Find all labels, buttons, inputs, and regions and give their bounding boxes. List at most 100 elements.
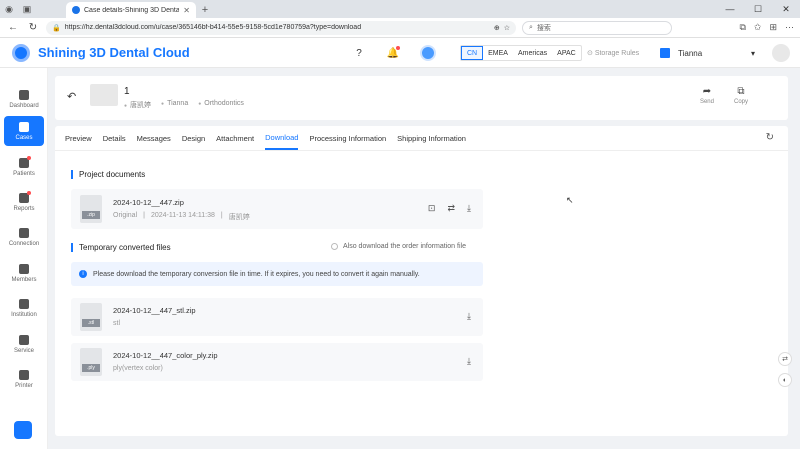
floating-tool-icon[interactable]: ⇄	[778, 352, 792, 366]
organization-icon	[660, 48, 670, 58]
storage-rules-link[interactable]: ⊙ Storage Rules	[587, 49, 639, 57]
case-type: Orthodontics	[198, 100, 244, 110]
notice-text: Please download the temporary conversion…	[93, 270, 420, 278]
file-meta: Original | 2024-11-13 14:11:38 | 唐凯婷	[113, 212, 250, 222]
file-time: 2024-11-13 14:11:38	[150, 212, 215, 219]
also-download-label: Also download the order information file	[343, 243, 466, 250]
members-icon	[19, 263, 29, 274]
case-thumbnail	[90, 84, 118, 106]
minimize-icon[interactable]: —	[716, 0, 744, 18]
tab-download[interactable]: Download	[265, 126, 299, 150]
copy-label: Copy	[733, 99, 748, 105]
project-documents-title: Project documents	[71, 170, 145, 179]
header-icons: ? 🔔	[352, 45, 436, 61]
sidebar-item-institution[interactable]: Institution	[4, 293, 44, 323]
preview-icon[interactable]: ⊡	[428, 203, 436, 214]
copy-button[interactable]: ⧉ Copy	[734, 86, 748, 105]
sidebar-item-service[interactable]: Service	[4, 329, 44, 359]
file-name: 2024-10-12__447_stl.zip	[113, 306, 196, 315]
brand-name: Shining 3D Dental Cloud	[38, 45, 190, 60]
sidebar-item-cases[interactable]: Cases	[4, 116, 44, 146]
sidebar-item-patients[interactable]: Patients	[4, 152, 44, 182]
download-icon[interactable]: ⤓	[467, 356, 471, 367]
region-americas[interactable]: Americas	[513, 46, 552, 60]
region-apac[interactable]: APAC	[552, 46, 581, 60]
cloud-globe-icon[interactable]	[420, 45, 436, 61]
copy-icon: ⧉	[737, 86, 745, 97]
new-tab-icon[interactable]: +	[196, 2, 214, 18]
send-button[interactable]: ➦ Send	[700, 86, 714, 105]
tab-close-icon[interactable]: ✕	[183, 6, 190, 15]
favorites-icon[interactable]: ✩	[754, 22, 762, 33]
file-format: stl	[113, 320, 120, 327]
sidebar-item-connection[interactable]: Connection	[4, 222, 44, 252]
translate-icon[interactable]: ⊕	[494, 24, 500, 32]
also-download-checkbox[interactable]: Also download the order information file	[331, 243, 466, 250]
device-app-icon[interactable]	[14, 421, 32, 439]
app-header: Shining 3D Dental Cloud ? 🔔 CN EMEA Amer…	[0, 38, 800, 68]
notification-bell-icon[interactable]: 🔔	[386, 46, 400, 60]
maximize-icon[interactable]: ☐	[744, 0, 772, 18]
tab-shipping-information[interactable]: Shipping Information	[397, 126, 466, 150]
download-icon[interactable]: ⤓	[467, 203, 471, 214]
refresh-icon[interactable]: ↻	[766, 132, 774, 143]
mouse-cursor-icon: ↖	[566, 195, 574, 205]
region-emea[interactable]: EMEA	[483, 46, 513, 60]
favorite-star-icon[interactable]: ☆	[504, 24, 510, 32]
tab-processing-information[interactable]: Processing Information	[309, 126, 386, 150]
floating-assistant-icon[interactable]: ◐	[778, 373, 792, 387]
sidebar-item-printer[interactable]: Printer	[4, 364, 44, 394]
close-window-icon[interactable]: ✕	[772, 0, 800, 18]
search-placeholder: 搜索	[536, 24, 551, 32]
file-user: 唐凯婷	[228, 214, 250, 221]
tab-preview[interactable]: Preview	[65, 126, 92, 150]
sidebar-item-members[interactable]: Members	[4, 258, 44, 288]
reload-icon[interactable]: ↻	[26, 21, 40, 35]
browser-search-input[interactable]: ⌕ 搜索	[522, 20, 672, 35]
convert-icon[interactable]: ⇄	[447, 203, 455, 214]
tab-attachment[interactable]: Attachment	[216, 126, 254, 150]
tab-details[interactable]: Details	[103, 126, 126, 150]
case-org: Tianna	[161, 100, 188, 110]
sidebar-item-label: Reports	[13, 205, 35, 212]
search-icon: ⌕	[529, 23, 533, 31]
download-icon[interactable]: ⤓	[467, 311, 471, 322]
dashboard-icon	[19, 89, 29, 100]
user-avatar[interactable]	[772, 44, 790, 62]
cases-icon	[19, 121, 29, 132]
tab-actions-icon[interactable]: ▣	[18, 0, 36, 18]
url-field[interactable]: 🔒 https://hz.dental3dcloud.com/u/case/36…	[46, 20, 516, 35]
sidebar-item-label: Patients	[13, 170, 35, 177]
org-name: Tianna	[678, 48, 703, 58]
storage-rules-label: Storage Rules	[594, 50, 640, 57]
back-arrow-icon[interactable]: ↶	[67, 90, 76, 103]
file-type: Original	[113, 212, 138, 219]
sidebar-item-label: Printer	[15, 382, 33, 389]
address-bar: ← ↻ 🔒 https://hz.dental3dcloud.com/u/cas…	[0, 18, 800, 38]
lock-icon: 🔒	[52, 24, 61, 32]
info-icon: i	[79, 270, 87, 278]
more-icon[interactable]: ⋯	[785, 22, 794, 33]
tab-title: Case details-Shining 3D Dental C	[84, 6, 180, 14]
url-text: https://hz.dental3dcloud.com/u/case/3651…	[64, 24, 362, 31]
sidebar-item-reports[interactable]: Reports	[4, 187, 44, 217]
tab-messages[interactable]: Messages	[137, 126, 171, 150]
browser-tab[interactable]: Case details-Shining 3D Dental C ✕	[66, 2, 196, 18]
zip-file-icon: .zip	[80, 195, 102, 223]
patients-icon	[19, 155, 31, 168]
case-meta: 唐凯婷 Tianna Orthodontics	[124, 100, 244, 110]
help-icon[interactable]: ?	[352, 46, 366, 60]
file-actions: ⤓	[467, 311, 471, 322]
sidebar-item-dashboard[interactable]: Dashboard	[4, 84, 44, 114]
extensions-icon[interactable]: ⧉	[739, 22, 745, 33]
org-selector[interactable]: Tianna ▾	[660, 45, 755, 61]
region-cn[interactable]: CN	[461, 46, 484, 60]
collections-icon[interactable]: ⊞	[769, 22, 777, 33]
chevron-down-icon: ▾	[750, 48, 755, 58]
case-tabs: Preview Details Messages Design Attachme…	[65, 126, 466, 150]
tab-design[interactable]: Design	[182, 126, 205, 150]
profile-icon[interactable]: ◉	[0, 0, 18, 18]
back-icon[interactable]: ←	[6, 21, 20, 35]
case-header-card: ↶ 1 唐凯婷 Tianna Orthodontics ➦ Send ⧉ Cop…	[55, 76, 788, 120]
region-switcher: CN EMEA Americas APAC	[460, 45, 582, 61]
